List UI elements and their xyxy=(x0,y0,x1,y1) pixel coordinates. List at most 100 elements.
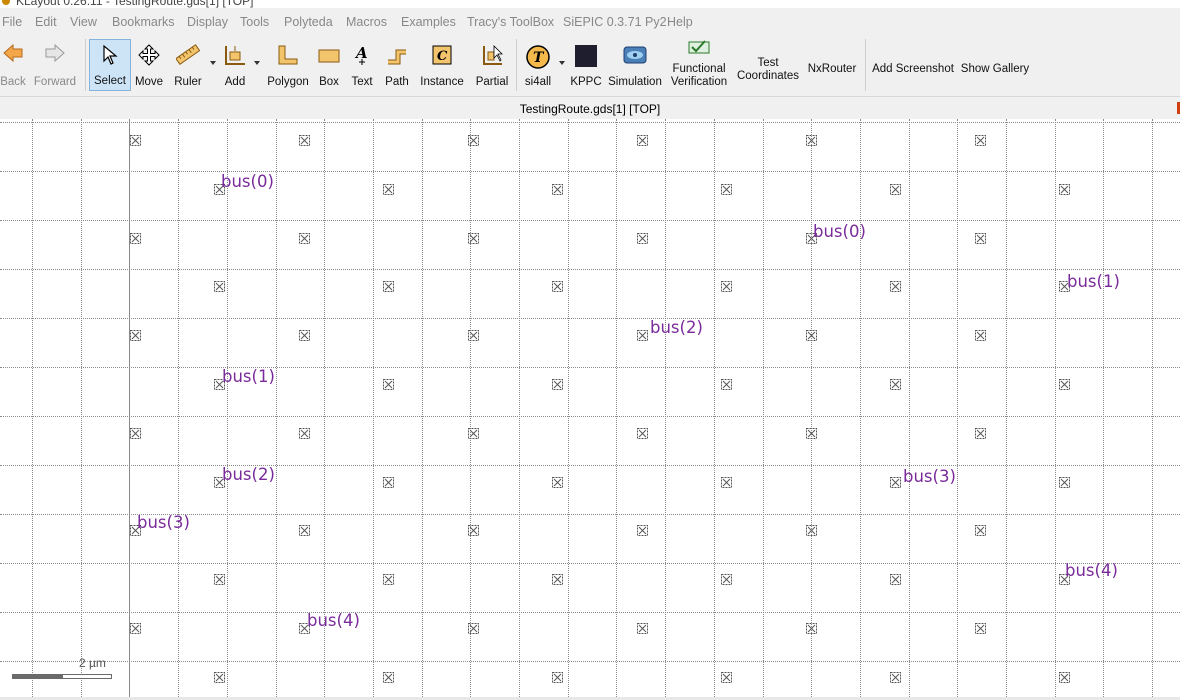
nxrouter-button[interactable]: NxRouter xyxy=(805,39,859,91)
si4all-dropdown-icon[interactable] xyxy=(559,61,565,65)
menu-help[interactable]: Help xyxy=(667,15,693,29)
kppc-button[interactable]: KPPC xyxy=(570,39,602,91)
cell-instance-icon xyxy=(637,135,648,146)
menu-siepic[interactable]: SiEPIC 0.3.71 Py2 xyxy=(563,15,667,29)
grid-line-v xyxy=(1055,119,1056,697)
cell-instance-icon xyxy=(721,477,732,488)
cell-instance-icon xyxy=(468,135,479,146)
cell-instance-icon xyxy=(975,330,986,341)
cell-instance-icon xyxy=(383,477,394,488)
menu-edit[interactable]: Edit xyxy=(35,15,57,29)
cell-instance-icon xyxy=(130,428,141,439)
simulation-button[interactable]: Simulation xyxy=(607,39,663,91)
si4all-logo-icon: T xyxy=(526,45,550,69)
menu-macros[interactable]: Macros xyxy=(346,15,387,29)
y-axis-line xyxy=(129,119,130,697)
si4all-button[interactable]: T si4all xyxy=(521,39,555,91)
cell-instance-icon xyxy=(468,525,479,536)
window-title: KLayout 0.26.11 - TestingRoute.gds[1] [T… xyxy=(16,0,254,8)
functional-verification-button[interactable]: Functional Verification xyxy=(668,39,730,91)
pin-label: bus(1) xyxy=(1067,272,1120,291)
grid-line-v xyxy=(860,119,861,697)
menu-polyteda[interactable]: Polyteda xyxy=(284,15,333,29)
pin-label: bus(3) xyxy=(137,513,190,532)
grid-line-v xyxy=(227,119,228,697)
forward-button[interactable]: Forward xyxy=(32,39,78,91)
grid-line-h xyxy=(0,367,1180,368)
cell-instance-icon xyxy=(214,574,225,585)
view-tab-title[interactable]: TestingRoute.gds[1] [TOP] xyxy=(0,99,1180,119)
add-screenshot-button[interactable]: Add Screenshot xyxy=(871,39,955,91)
main-toolbar: Back Forward Select Move Ruler Add Polyg… xyxy=(0,35,1180,97)
klayout-app-icon xyxy=(2,0,10,5)
layout-canvas[interactable]: bus(0) bus(0) bus(1) bus(2) bus(1) bus(2… xyxy=(0,119,1180,697)
ruler-dropdown-icon[interactable] xyxy=(210,61,216,65)
cell-instance-icon xyxy=(552,281,563,292)
cell-instance-icon xyxy=(721,281,732,292)
cell-instance-icon xyxy=(975,233,986,244)
cell-instance-icon xyxy=(1059,184,1070,195)
cell-instance-icon xyxy=(1059,379,1070,390)
grid-line-v xyxy=(519,119,520,697)
grid-line-h xyxy=(0,465,1180,466)
text-tool-button[interactable]: A Text xyxy=(348,39,376,91)
grid-line-v xyxy=(568,119,569,697)
grid-line-v xyxy=(1006,119,1007,697)
menu-file[interactable]: File xyxy=(2,15,22,29)
cell-instance-icon xyxy=(637,623,648,634)
menu-display[interactable]: Display xyxy=(187,15,228,29)
menu-tracys-toolbox[interactable]: Tracy's ToolBox xyxy=(467,15,554,29)
cell-instance-icon xyxy=(130,135,141,146)
grid-line-v xyxy=(811,119,812,697)
cell-instance-icon xyxy=(299,525,310,536)
grid-line-h xyxy=(0,171,1180,172)
cell-instance-icon xyxy=(806,525,817,536)
show-gallery-button[interactable]: Show Gallery xyxy=(958,39,1032,91)
cell-instance-icon xyxy=(1059,672,1070,683)
ruler-tool-button[interactable]: Ruler xyxy=(170,39,206,91)
cell-instance-icon xyxy=(637,330,648,341)
grid-line-h xyxy=(0,612,1180,613)
add-tool-button[interactable]: Add xyxy=(219,39,251,91)
select-tool-button[interactable]: Select xyxy=(89,39,131,91)
grid-line-h xyxy=(0,416,1180,417)
back-button[interactable]: Back xyxy=(0,39,26,91)
instance-tool-button[interactable]: C Instance xyxy=(418,39,466,91)
partial-edit-icon xyxy=(483,45,503,65)
box-icon xyxy=(318,49,340,63)
cell-instance-icon xyxy=(552,574,563,585)
grid-line-v xyxy=(276,119,277,697)
cell-instance-icon xyxy=(552,477,563,488)
svg-text:T: T xyxy=(533,50,545,66)
menu-tools[interactable]: Tools xyxy=(240,15,269,29)
pin-label: bus(1) xyxy=(222,367,275,386)
cell-instance-icon xyxy=(383,574,394,585)
grid-line-v xyxy=(616,119,617,697)
add-dropdown-icon[interactable] xyxy=(254,61,260,65)
svg-text:A: A xyxy=(354,44,368,62)
cell-instance-icon xyxy=(299,135,310,146)
box-tool-button[interactable]: Box xyxy=(315,39,343,91)
pin-label: bus(4) xyxy=(1065,561,1118,580)
cell-instance-icon xyxy=(890,574,901,585)
partial-tool-button[interactable]: Partial xyxy=(473,39,511,91)
path-tool-button[interactable]: Path xyxy=(382,39,412,91)
test-coordinates-button[interactable]: Test Coordinates xyxy=(736,39,800,91)
scale-bar xyxy=(12,674,112,682)
cell-instance-icon xyxy=(468,623,479,634)
cell-instance-icon xyxy=(637,428,648,439)
polygon-icon xyxy=(278,45,298,65)
cell-instance-icon xyxy=(806,428,817,439)
cell-instance-icon xyxy=(890,281,901,292)
grid-line-v xyxy=(763,119,764,697)
move-tool-button[interactable]: Move xyxy=(133,39,165,91)
menu-bookmarks[interactable]: Bookmarks xyxy=(112,15,175,29)
menu-view[interactable]: View xyxy=(70,15,97,29)
cell-instance-icon xyxy=(975,135,986,146)
menu-examples[interactable]: Examples xyxy=(401,15,456,29)
simulation-icon xyxy=(623,46,647,64)
pin-label: bus(2) xyxy=(650,318,703,337)
polygon-tool-button[interactable]: Polygon xyxy=(266,39,310,91)
grid-line-v xyxy=(373,119,374,697)
cell-instance-icon xyxy=(130,233,141,244)
